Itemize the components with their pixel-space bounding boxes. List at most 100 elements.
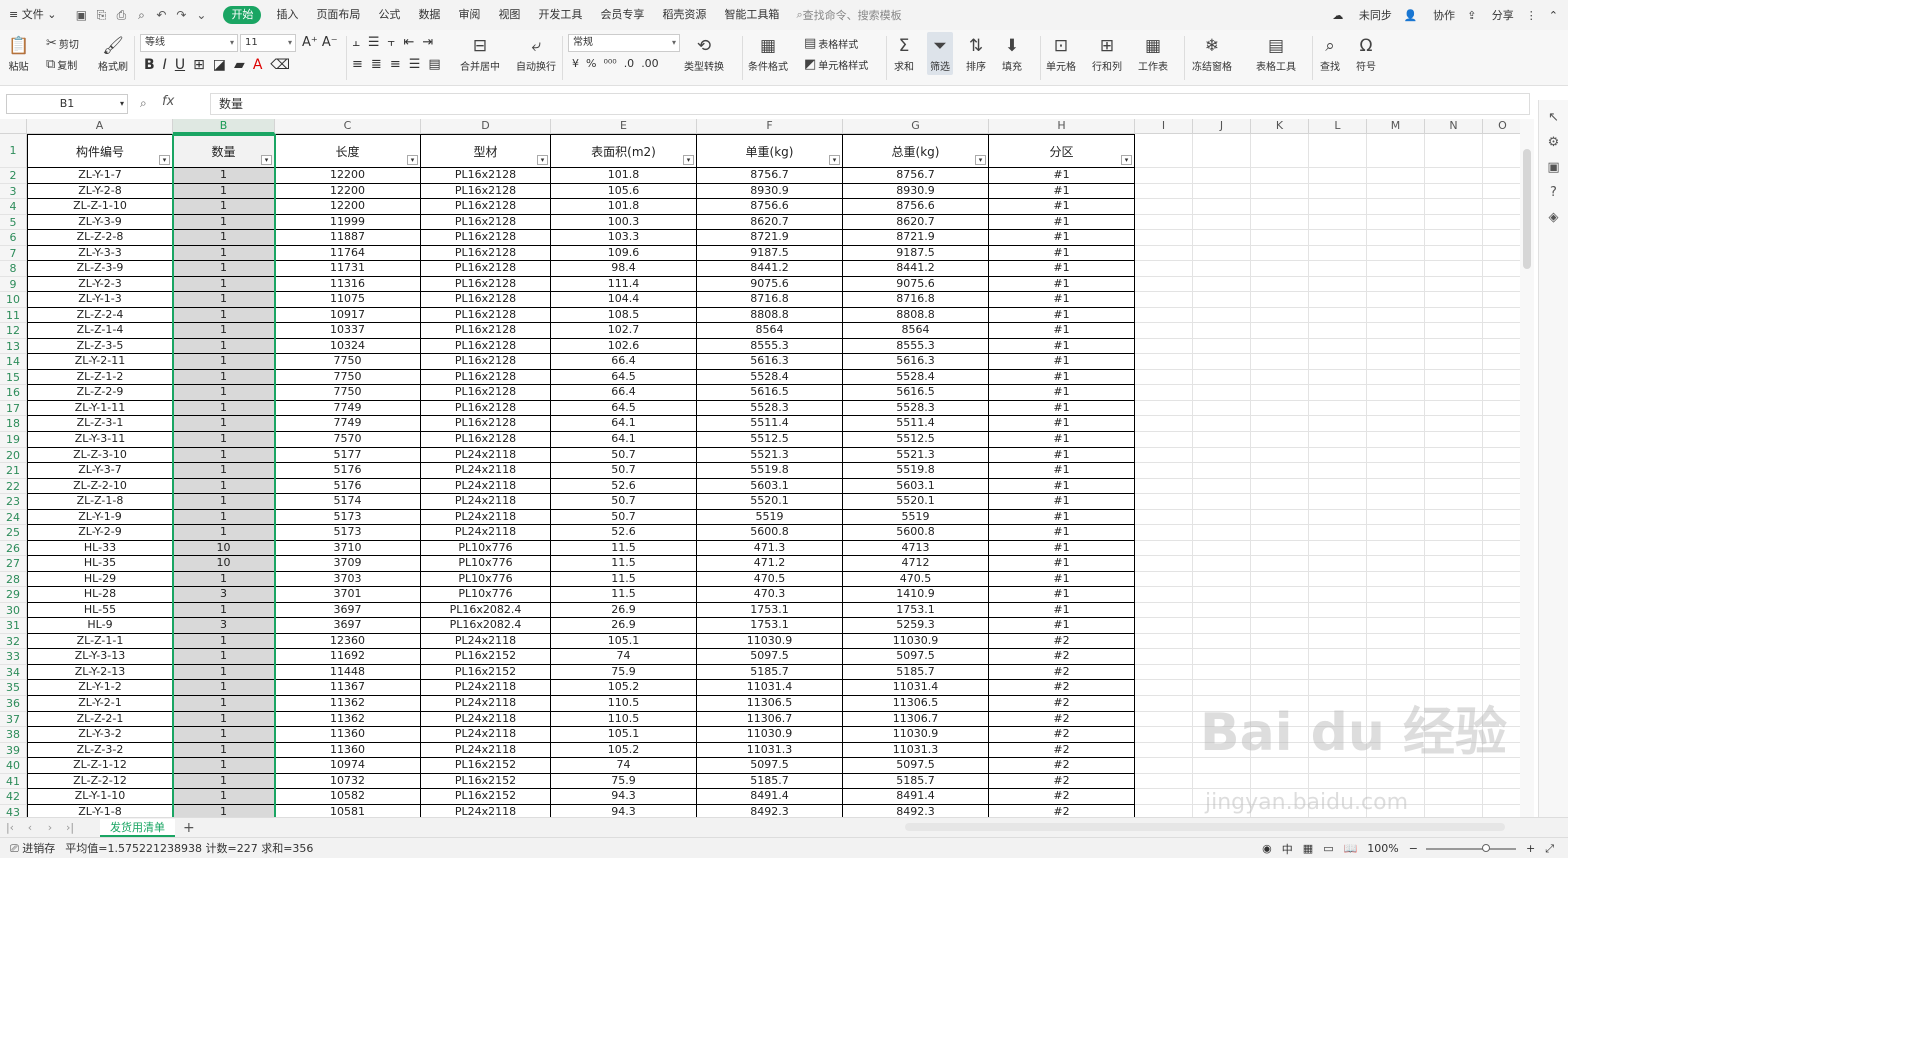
table-cell[interactable]: 11360 xyxy=(275,727,421,743)
align-middle-icon[interactable]: ☰ xyxy=(368,35,380,50)
row-header[interactable]: 1 xyxy=(0,134,27,168)
empty-cell[interactable] xyxy=(1309,680,1367,696)
table-cell[interactable]: 8441.2 xyxy=(843,261,989,277)
border-icon[interactable]: ⊞ xyxy=(193,57,205,73)
empty-cell[interactable] xyxy=(1483,805,1520,817)
empty-cell[interactable] xyxy=(1309,385,1367,401)
empty-cell[interactable] xyxy=(1425,385,1483,401)
empty-cell[interactable] xyxy=(1193,758,1251,774)
table-cell[interactable]: 3701 xyxy=(275,587,421,603)
menu-tab-0[interactable]: 开始 xyxy=(223,6,262,24)
empty-cell[interactable] xyxy=(1193,214,1251,231)
empty-cell[interactable] xyxy=(1309,276,1367,293)
empty-cell[interactable] xyxy=(1367,696,1425,712)
table-cell[interactable]: 66.4 xyxy=(551,385,697,401)
row-header[interactable]: 12 xyxy=(0,323,27,339)
table-cell[interactable]: 1 xyxy=(173,525,275,541)
save-icon[interactable]: ▣ xyxy=(71,8,91,22)
empty-cell[interactable] xyxy=(1309,292,1367,308)
table-cell[interactable]: PL24x2118 xyxy=(421,680,551,696)
table-cell[interactable]: PL16x2128 xyxy=(421,230,551,246)
row-header[interactable]: 14 xyxy=(0,354,27,370)
row-header[interactable]: 6 xyxy=(0,230,27,246)
wrap-text-button[interactable]: ⤶ 自动换行 xyxy=(516,34,556,73)
empty-cell[interactable] xyxy=(1135,587,1193,603)
row-header[interactable]: 34 xyxy=(0,664,27,681)
fill-color-icon[interactable]: ◪ xyxy=(213,57,226,73)
table-cell[interactable]: ZL-Z-1-4 xyxy=(27,323,173,339)
table-tools-button[interactable]: ▤ 表格工具 xyxy=(1256,34,1296,73)
table-cell[interactable]: 1 xyxy=(173,416,275,432)
table-cell[interactable]: 5173 xyxy=(275,509,421,526)
empty-cell[interactable] xyxy=(1193,602,1251,619)
table-cell[interactable]: 11367 xyxy=(275,680,421,696)
table-cell[interactable]: ZL-Y-2-1 xyxy=(27,696,173,712)
table-cell[interactable]: 8492.3 xyxy=(697,804,843,817)
table-cell[interactable]: 12360 xyxy=(275,633,421,650)
empty-cell[interactable] xyxy=(1251,354,1309,370)
row-header[interactable]: 43 xyxy=(0,804,27,817)
table-cell[interactable]: ZL-Z-1-12 xyxy=(27,758,173,774)
table-cell[interactable]: 75.9 xyxy=(551,773,697,790)
table-cell[interactable]: 12200 xyxy=(275,199,421,215)
table-cell[interactable]: 8756.6 xyxy=(843,199,989,215)
menu-tab-8[interactable]: 会员专享 xyxy=(591,0,653,30)
table-cell[interactable]: PL16x2128 xyxy=(421,183,551,200)
table-cell[interactable]: PL10x776 xyxy=(421,571,551,588)
table-cell[interactable]: ZL-Y-1-7 xyxy=(27,168,173,184)
empty-cell[interactable] xyxy=(1135,494,1193,510)
row-header[interactable]: 37 xyxy=(0,711,27,728)
table-cell[interactable]: ZL-Z-1-2 xyxy=(27,369,173,386)
empty-cell[interactable] xyxy=(1135,199,1193,215)
empty-cell[interactable] xyxy=(1483,134,1520,168)
fit-window-icon[interactable]: ⤢ xyxy=(1545,842,1554,856)
empty-cell[interactable] xyxy=(1483,308,1520,324)
table-cell[interactable]: 26.9 xyxy=(551,618,697,634)
table-cell[interactable]: 66.4 xyxy=(551,354,697,370)
table-cell[interactable]: #1 xyxy=(989,525,1135,541)
preview-icon[interactable]: ⌕ xyxy=(131,8,151,23)
table-cell[interactable]: 109.6 xyxy=(551,245,697,262)
empty-cell[interactable] xyxy=(1425,447,1483,464)
table-cell[interactable]: ZL-Z-2-12 xyxy=(27,773,173,790)
empty-cell[interactable] xyxy=(1309,400,1367,417)
empty-cell[interactable] xyxy=(1251,618,1309,634)
empty-cell[interactable] xyxy=(1135,276,1193,293)
decrease-decimal-icon[interactable]: .00 xyxy=(641,57,659,70)
row-header[interactable]: 26 xyxy=(0,540,27,557)
table-cell[interactable]: 1 xyxy=(173,261,275,277)
empty-cell[interactable] xyxy=(1309,804,1367,817)
table-cell[interactable]: 8756.7 xyxy=(697,168,843,184)
empty-cell[interactable] xyxy=(1135,602,1193,619)
zoom-level[interactable]: 100% xyxy=(1367,842,1398,855)
empty-cell[interactable] xyxy=(1483,432,1520,448)
add-sheet-icon[interactable]: + xyxy=(183,820,195,836)
row-header[interactable]: 19 xyxy=(0,432,27,448)
table-cell[interactable]: 1753.1 xyxy=(843,602,989,619)
table-cell[interactable]: 10732 xyxy=(275,773,421,790)
table-cell[interactable]: ZL-Z-2-8 xyxy=(27,230,173,246)
empty-cell[interactable] xyxy=(1251,168,1309,184)
empty-cell[interactable] xyxy=(1309,727,1367,743)
empty-cell[interactable] xyxy=(1193,540,1251,557)
row-header[interactable]: 20 xyxy=(0,447,27,464)
table-cell[interactable]: ZL-Z-2-10 xyxy=(27,478,173,495)
align-right-icon[interactable]: ≡ xyxy=(390,57,401,72)
table-cell[interactable]: 11.5 xyxy=(551,571,697,588)
table-cell[interactable]: ZL-Z-3-10 xyxy=(27,447,173,464)
empty-cell[interactable] xyxy=(1483,587,1520,603)
table-cell[interactable]: 11306.5 xyxy=(697,696,843,712)
find-button[interactable]: ⌕ 查找 xyxy=(1320,34,1340,73)
column-header-L[interactable]: L xyxy=(1309,119,1367,134)
table-cell[interactable]: PL10x776 xyxy=(421,587,551,603)
empty-cell[interactable] xyxy=(1251,649,1309,665)
empty-cell[interactable] xyxy=(1193,261,1251,277)
empty-cell[interactable] xyxy=(1425,789,1483,805)
vertical-scroll-thumb[interactable] xyxy=(1523,149,1531,269)
empty-cell[interactable] xyxy=(1251,602,1309,619)
empty-cell[interactable] xyxy=(1193,742,1251,759)
table-cell[interactable]: HL-29 xyxy=(27,571,173,588)
table-cell[interactable]: 52.6 xyxy=(551,478,697,495)
table-cell[interactable]: 1 xyxy=(173,214,275,231)
table-cell[interactable]: 108.5 xyxy=(551,307,697,324)
